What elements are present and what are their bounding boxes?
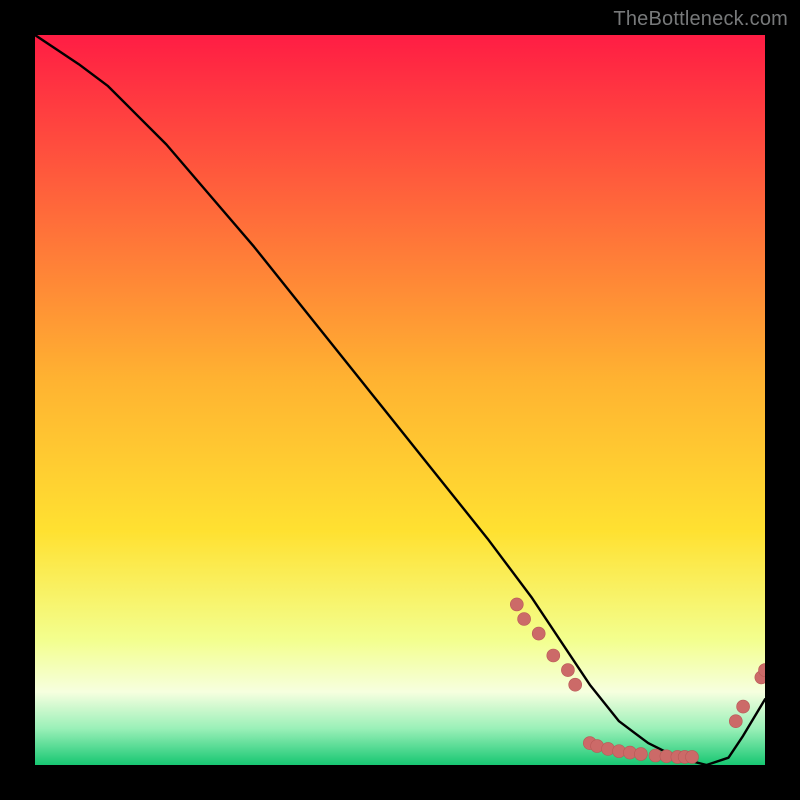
data-marker: [569, 678, 582, 691]
data-marker: [532, 627, 545, 640]
data-marker: [547, 649, 560, 662]
chart-stage: TheBottleneck.com: [0, 0, 800, 800]
data-marker: [737, 700, 750, 713]
gradient-background: [35, 35, 765, 765]
data-marker: [686, 750, 699, 763]
plot-area: [35, 35, 765, 765]
data-marker: [518, 613, 531, 626]
data-marker: [510, 598, 523, 611]
data-marker: [634, 748, 647, 761]
attribution-text: TheBottleneck.com: [613, 8, 788, 31]
data-marker: [561, 664, 574, 677]
chart-svg: [35, 35, 765, 765]
data-marker: [729, 715, 742, 728]
